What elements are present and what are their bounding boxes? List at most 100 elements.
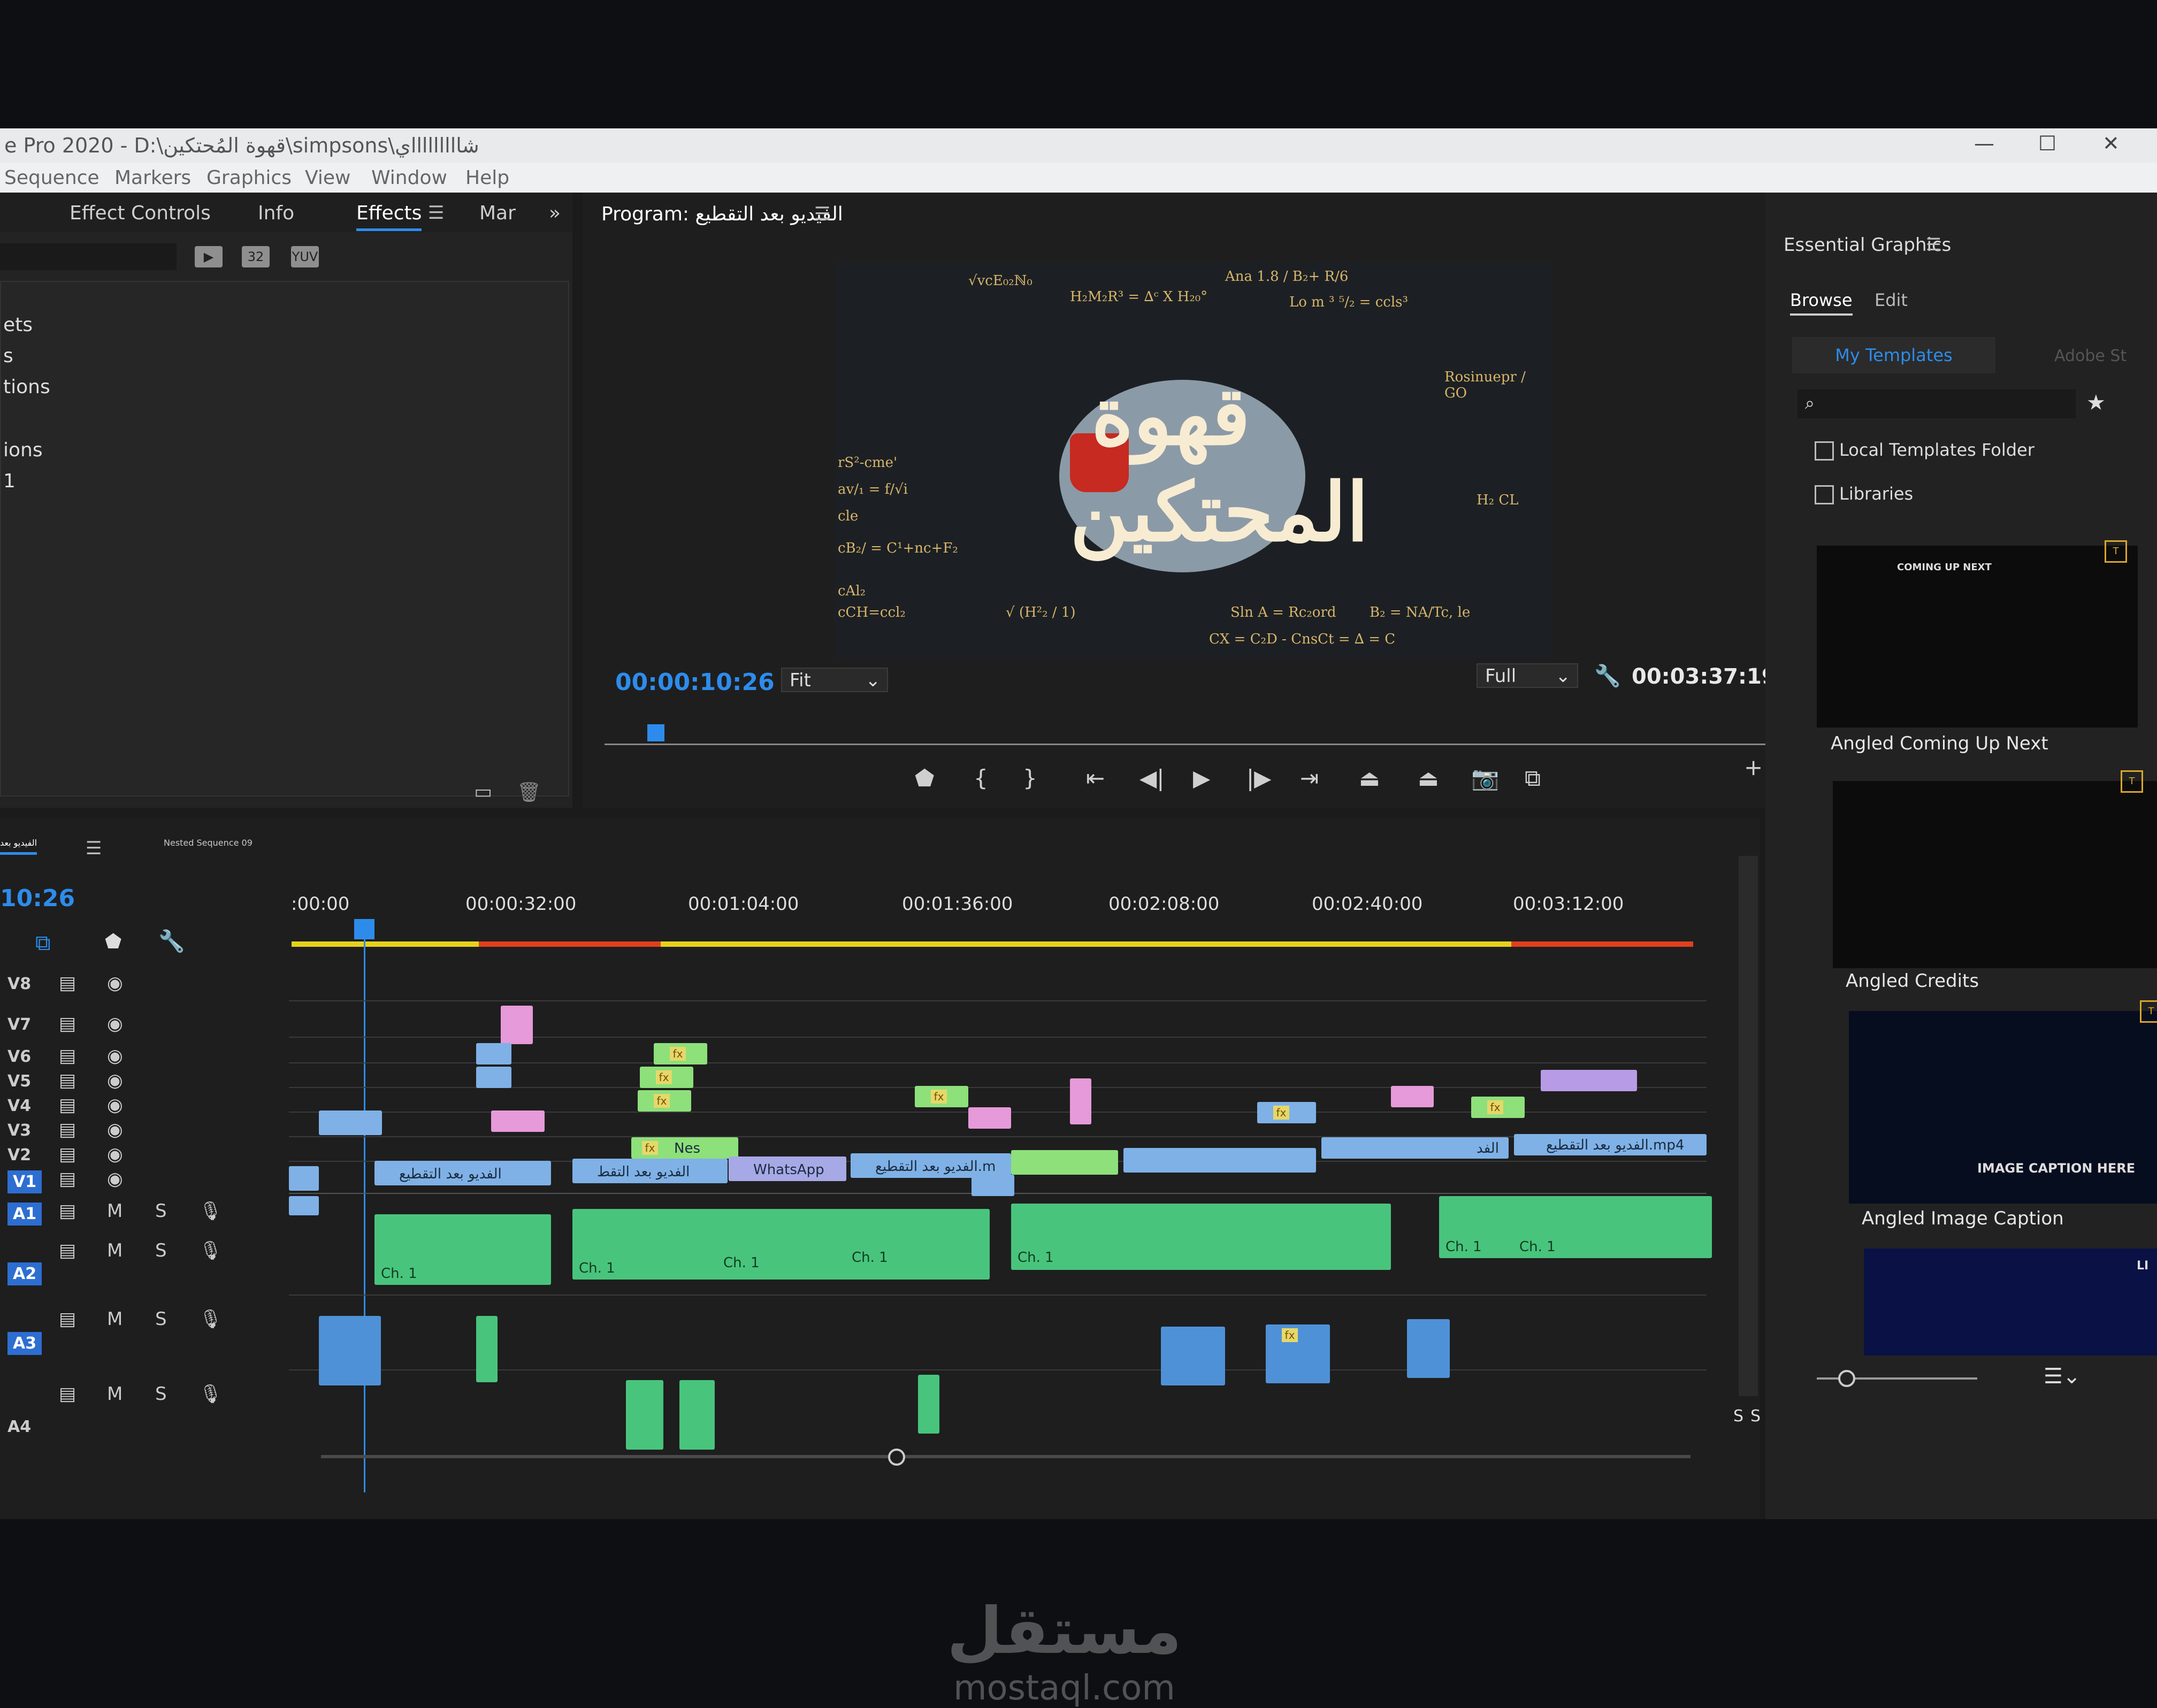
sync-lock-icon[interactable]: ▤	[59, 1383, 76, 1405]
menu-sequence[interactable]: Sequence	[4, 167, 100, 189]
film-icon[interactable]: ▤	[59, 1168, 76, 1190]
timeline-clip[interactable]: fx	[1471, 1097, 1525, 1118]
microphone-icon[interactable]: 🎙	[199, 1200, 222, 1222]
timeline-clip[interactable]: WhatsApp	[729, 1156, 846, 1181]
audio-clip[interactable]	[476, 1316, 498, 1382]
timeline-clip[interactable]: الفديو بعد التقطيع	[374, 1161, 551, 1185]
mute-button[interactable]: M	[107, 1240, 123, 1261]
thumbnail-size-slider[interactable]	[1817, 1370, 1977, 1387]
timeline-clip[interactable]	[1123, 1148, 1316, 1173]
timeline-clip[interactable]	[1070, 1078, 1091, 1124]
step-back-button[interactable]: ◀|	[1139, 765, 1164, 791]
track-name[interactable]: A3	[7, 1332, 42, 1355]
menu-help[interactable]: Help	[465, 167, 509, 189]
audio-clip[interactable]	[319, 1316, 381, 1385]
program-current-timecode[interactable]: 00:00:10:26	[615, 669, 775, 696]
program-time-ruler[interactable]	[605, 724, 1771, 745]
audio-clip[interactable]	[1161, 1327, 1225, 1385]
tab-edit[interactable]: Edit	[1875, 290, 1908, 310]
timeline-clip[interactable]: الفديو بعد التقطيع.mp4	[1514, 1134, 1707, 1155]
menu-view[interactable]: View	[305, 167, 350, 189]
tab-effect-controls[interactable]: Effect Controls	[70, 202, 211, 224]
add-button-icon[interactable]: +	[1744, 754, 1763, 780]
menu-markers[interactable]: Markers	[114, 167, 191, 189]
local-templates-checkbox[interactable]: Local Templates Folder	[1815, 440, 2034, 461]
audio-clip[interactable]: fx	[1266, 1324, 1330, 1383]
minimize-button[interactable]: —	[1974, 132, 1994, 155]
eye-icon[interactable]: ◉	[107, 972, 123, 994]
template-thumbnail[interactable]: LI	[1864, 1249, 2157, 1355]
close-button[interactable]: ✕	[2102, 132, 2120, 155]
maximize-button[interactable]: ☐	[2038, 132, 2056, 155]
trash-icon[interactable]: 🗑	[517, 781, 541, 803]
tab-sequence-main[interactable]: الفيديو بعد	[0, 838, 37, 855]
audio-clip[interactable]	[1407, 1319, 1450, 1378]
eye-icon[interactable]: ◉	[107, 1119, 123, 1140]
microphone-icon[interactable]: 🎙	[199, 1240, 222, 1261]
audio-clip[interactable]: Ch. 1 Ch. 1	[1439, 1196, 1712, 1258]
track-name[interactable]: A1	[7, 1203, 42, 1226]
timeline-clip[interactable]: fx	[1257, 1102, 1316, 1123]
list-item[interactable]: s	[3, 345, 13, 367]
timeline-clip[interactable]: fx	[640, 1067, 693, 1088]
solo-button[interactable]: S	[155, 1308, 167, 1330]
audio-clip[interactable]: Ch. 1	[1011, 1204, 1391, 1270]
menu-graphics[interactable]: Graphics	[206, 167, 292, 189]
eye-icon[interactable]: ◉	[107, 1070, 123, 1091]
solo-button[interactable]: S	[155, 1240, 167, 1261]
film-icon[interactable]: ▤	[59, 1070, 76, 1091]
track-name[interactable]: A4	[7, 1418, 31, 1436]
new-bin-icon[interactable]: ▭	[474, 781, 492, 803]
mute-button[interactable]: M	[107, 1200, 123, 1222]
microphone-icon[interactable]: 🎙	[199, 1383, 222, 1405]
template-name[interactable]: Angled Coming Up Next	[1831, 733, 2048, 754]
extract-button[interactable]: ⏏	[1418, 765, 1439, 791]
go-to-in-button[interactable]: ⇤	[1086, 765, 1105, 791]
tab-nested-sequence[interactable]: Nested Sequence 09	[164, 838, 253, 848]
zoom-select[interactable]: Fit ⌄	[781, 668, 888, 692]
accelerated-effects-icon[interactable]: ▶	[195, 246, 223, 267]
timeline-current-timecode[interactable]: 10:26	[0, 885, 75, 912]
snap-icon[interactable]: ⧉	[35, 931, 51, 955]
timeline-clip[interactable]	[1321, 1137, 1450, 1159]
effects-search-input[interactable]	[0, 243, 177, 270]
mute-button[interactable]: M	[107, 1383, 123, 1405]
microphone-icon[interactable]: 🎙	[199, 1308, 222, 1330]
timeline-clip[interactable]: الفد	[1444, 1137, 1509, 1159]
eye-icon[interactable]: ◉	[107, 1013, 123, 1035]
timeline-clip[interactable]	[319, 1110, 382, 1135]
eye-icon[interactable]: ◉	[107, 1094, 123, 1116]
audio-clip[interactable]	[918, 1375, 939, 1434]
timeline-clip[interactable]	[476, 1067, 511, 1088]
template-thumbnail[interactable]: COMING UP NEXT	[1817, 546, 2138, 727]
film-icon[interactable]: ▤	[59, 1119, 76, 1140]
play-button[interactable]: ▶	[1193, 765, 1210, 791]
sort-menu-icon[interactable]: ☰⌄	[2044, 1364, 2080, 1389]
meter-solo-label[interactable]: S	[1750, 1407, 1761, 1426]
timeline-clip[interactable]	[968, 1107, 1011, 1129]
menu-window[interactable]: Window	[371, 167, 447, 189]
slider-handle[interactable]	[1838, 1370, 1855, 1387]
tab-browse[interactable]: Browse	[1790, 290, 1853, 316]
playhead-handle[interactable]	[354, 919, 374, 939]
film-icon[interactable]: ▤	[59, 1013, 76, 1035]
wrench-icon[interactable]: 🔧	[158, 929, 185, 954]
lift-button[interactable]: ⏏	[1359, 765, 1380, 791]
template-thumbnail[interactable]	[1833, 781, 2157, 968]
libraries-checkbox[interactable]: Libraries	[1815, 484, 1913, 504]
quality-select[interactable]: Full ⌄	[1477, 663, 1578, 688]
32bit-effects-button[interactable]: 32	[242, 246, 270, 267]
mark-out-button[interactable]: }	[1023, 765, 1037, 791]
go-to-out-button[interactable]: ⇥	[1300, 765, 1319, 791]
timeline-clip[interactable]	[1391, 1086, 1434, 1107]
add-marker-button[interactable]: ⬟	[915, 765, 935, 791]
timeline-menu-icon[interactable]: ☰	[86, 838, 102, 859]
my-templates-button[interactable]: My Templates	[1792, 337, 1995, 373]
sync-lock-icon[interactable]: ▤	[59, 1308, 76, 1330]
timeline-clip[interactable]	[1541, 1070, 1637, 1091]
meter-solo-label[interactable]: S	[1733, 1407, 1743, 1426]
eye-icon[interactable]: ◉	[107, 1045, 123, 1067]
film-icon[interactable]: ▤	[59, 1094, 76, 1116]
list-item[interactable]: ions	[3, 439, 43, 461]
solo-button[interactable]: S	[155, 1383, 167, 1405]
